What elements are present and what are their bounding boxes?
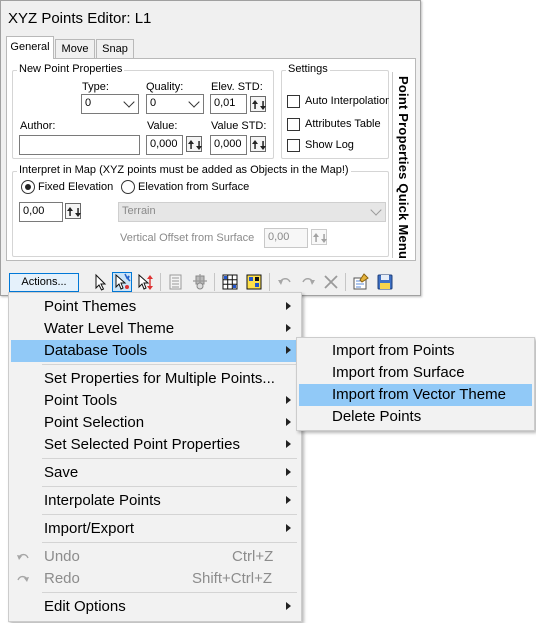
submenu-arrow-icon	[286, 468, 291, 476]
menu-item-set-selected-point-properties[interactable]: Set Selected Point Properties	[11, 434, 299, 456]
type-select[interactable]: 0	[81, 94, 139, 114]
spin-arrows-icon	[313, 233, 327, 243]
xyz-points-editor-window: XYZ Points Editor: L1 General Move Snap …	[0, 0, 421, 296]
delete-icon[interactable]	[321, 272, 341, 292]
show-log-checkbox[interactable]	[287, 139, 300, 152]
actions-button[interactable]: Actions...	[9, 273, 79, 292]
menu-item-water-level-theme[interactable]: Water Level Theme	[11, 318, 299, 340]
submenu-arrow-icon	[286, 324, 291, 332]
submenu-item-import-from-points[interactable]: Import from Points	[299, 340, 532, 362]
elev-std-input[interactable]: 0,01	[210, 94, 247, 114]
value-input[interactable]: 0,000	[146, 135, 183, 155]
spin-arrows-icon	[252, 100, 266, 110]
elev-std-spinner[interactable]	[250, 96, 266, 112]
elev-std-label: Elev. STD:	[211, 81, 263, 93]
menu-item-point-selection[interactable]: Point Selection	[11, 412, 299, 434]
show-log-label: Show Log	[305, 139, 354, 151]
vertical-offset-input[interactable]: 0,00	[264, 228, 308, 248]
vertical-offset-label: Vertical Offset from Surface	[120, 232, 255, 244]
menu-item-save[interactable]: Save	[11, 462, 299, 484]
submenu-arrow-icon	[286, 602, 291, 610]
actions-menu: Point Themes Water Level Theme Database …	[8, 292, 302, 622]
save-icon[interactable]	[375, 272, 395, 292]
author-label: Author:	[20, 120, 56, 132]
elevation-from-surface-label: Elevation from Surface	[138, 181, 250, 193]
undo-icon	[17, 553, 29, 560]
spin-arrows-icon	[67, 207, 81, 217]
menu-item-edit-options[interactable]: Edit Options	[11, 596, 299, 618]
value-std-spinner[interactable]	[250, 136, 266, 152]
elevation-spinner[interactable]	[65, 203, 81, 219]
fixed-elevation-label: Fixed Elevation	[38, 181, 114, 193]
submenu-arrow-icon	[286, 418, 291, 426]
chevron-down-icon	[188, 96, 200, 108]
color-grid-icon[interactable]	[244, 272, 264, 292]
quality-select[interactable]: 0	[146, 94, 204, 114]
submenu-arrow-icon	[286, 496, 291, 504]
tab-snap[interactable]: Snap	[96, 39, 134, 58]
author-input[interactable]	[19, 135, 140, 155]
submenu-arrow-icon	[286, 440, 291, 448]
undo-icon[interactable]	[275, 272, 295, 292]
settings-legend: Settings	[286, 63, 330, 75]
quick-menu-label: Point Properties Quick Menu	[396, 76, 411, 258]
interpret-in-map-legend: Interpret in Map (XYZ points must be add…	[17, 164, 351, 176]
tab-general[interactable]: General	[6, 36, 54, 59]
properties-icon[interactable]	[351, 272, 371, 292]
table-icon[interactable]	[166, 272, 186, 292]
submenu-arrow-icon	[286, 346, 291, 354]
redo-icon[interactable]	[298, 272, 318, 292]
submenu-arrow-icon	[286, 524, 291, 532]
vertical-offset-spinner[interactable]	[311, 229, 327, 245]
new-point-properties-legend: New Point Properties	[17, 63, 125, 75]
auto-interpolation-checkbox[interactable]	[287, 95, 300, 108]
surface-select[interactable]: Terrain	[118, 202, 386, 222]
menu-item-undo[interactable]: Undo Ctrl+Z	[11, 546, 299, 568]
chevron-down-icon	[123, 96, 135, 108]
submenu-arrow-icon	[286, 396, 291, 404]
menu-item-point-themes[interactable]: Point Themes	[11, 296, 299, 318]
value-spinner[interactable]	[186, 136, 202, 152]
menu-item-database-tools[interactable]: Database Tools	[11, 340, 299, 362]
grid-icon[interactable]	[220, 272, 240, 292]
submenu-item-delete-points[interactable]: Delete Points	[299, 406, 532, 428]
spin-arrows-icon	[188, 140, 202, 150]
elevation-from-surface-radio[interactable]	[121, 180, 135, 194]
tab-move[interactable]: Move	[55, 39, 95, 58]
fixed-elevation-radio[interactable]	[21, 180, 35, 194]
menu-item-import-export[interactable]: Import/Export	[11, 518, 299, 540]
spin-arrows-icon	[252, 140, 266, 150]
settings-icon[interactable]	[190, 272, 210, 292]
menu-item-redo[interactable]: Redo Shift+Ctrl+Z	[11, 568, 299, 590]
quick-menu-strip[interactable]: Point Properties Quick Menu	[392, 72, 414, 258]
elevation-value-input[interactable]: 0,00	[19, 202, 63, 222]
value-std-input[interactable]: 0,000	[210, 135, 247, 155]
redo-icon	[17, 575, 29, 582]
menu-item-interpolate-points[interactable]: Interpolate Points	[11, 490, 299, 512]
type-label: Type:	[82, 81, 109, 93]
submenu-item-import-from-surface[interactable]: Import from Surface	[299, 362, 532, 384]
submenu-arrow-icon	[286, 302, 291, 310]
database-tools-submenu: Import from Points Import from Surface I…	[296, 337, 535, 431]
menu-item-point-tools[interactable]: Point Tools	[11, 390, 299, 412]
auto-interpolation-label: Auto Interpolation	[305, 95, 389, 107]
menu-item-set-properties-multiple[interactable]: Set Properties for Multiple Points...	[11, 368, 299, 390]
submenu-item-import-from-vector-theme[interactable]: Import from Vector Theme	[299, 384, 532, 406]
attributes-table-label: Attributes Table	[305, 118, 381, 130]
attributes-table-checkbox[interactable]	[287, 118, 300, 131]
quality-label: Quality:	[146, 81, 184, 93]
chevron-down-icon	[370, 204, 382, 216]
move-vertical-icon[interactable]	[135, 272, 155, 292]
window-title: XYZ Points Editor: L1	[8, 10, 152, 27]
select-arrow-icon[interactable]	[91, 272, 111, 292]
value-std-label: Value STD:	[211, 120, 267, 132]
value-label: Value:	[147, 120, 178, 132]
add-point-icon[interactable]	[112, 272, 132, 292]
